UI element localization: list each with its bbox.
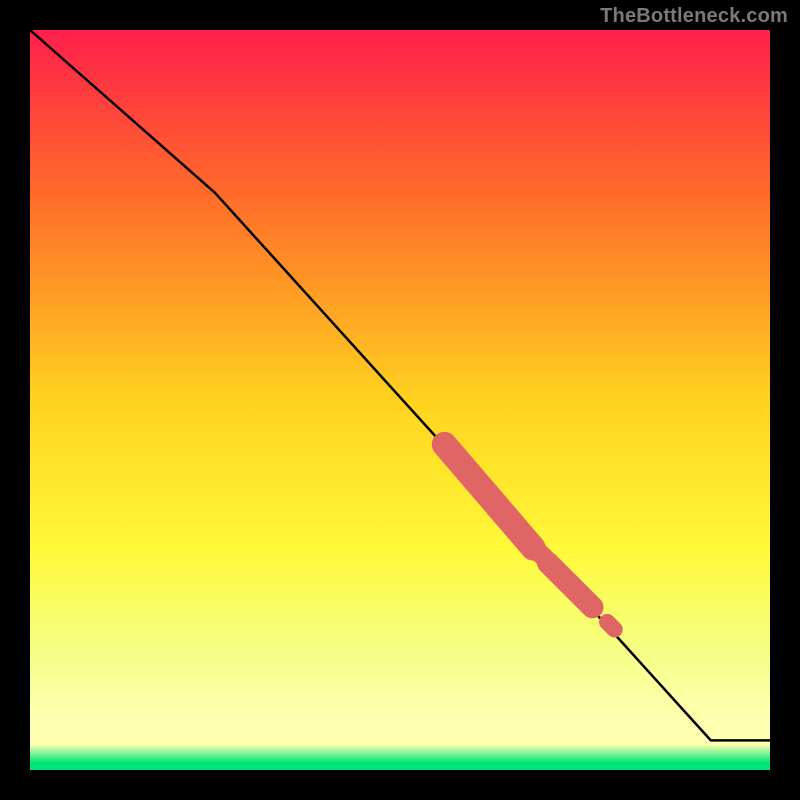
highlight-segment-2 <box>541 554 545 558</box>
chart-frame: TheBottleneck.com <box>0 0 800 800</box>
plot-area <box>30 30 770 770</box>
chart-svg <box>30 30 770 770</box>
highlight-segment-3 <box>607 622 614 629</box>
heatmap-background <box>30 30 770 770</box>
watermark-text: TheBottleneck.com <box>600 5 788 28</box>
